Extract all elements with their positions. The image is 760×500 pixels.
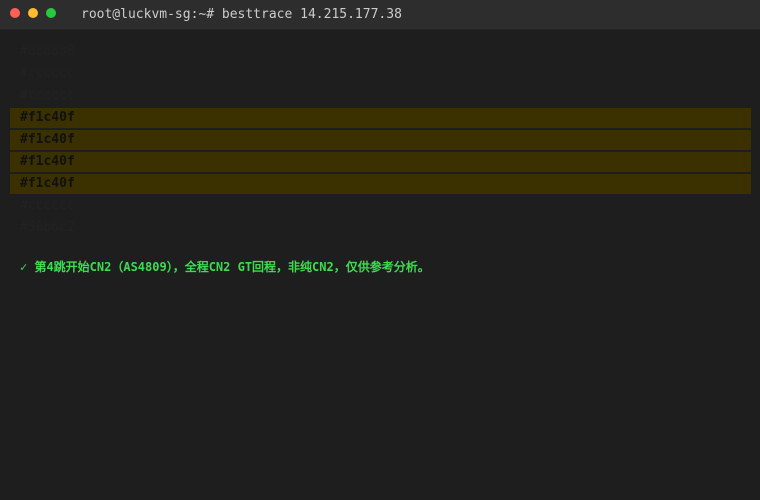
title-bar: root@luckvm-sg:~# besttrace 14.215.177.3… <box>0 0 760 30</box>
output-line-highlighted: #f1c40f <box>10 152 751 172</box>
output-line-highlighted: #f1c40f <box>10 108 751 128</box>
output-line: #cccccc <box>20 88 75 103</box>
output-line: #888888 <box>20 44 75 59</box>
output-line: #56b6c2 <box>20 220 75 235</box>
window-title: root@luckvm-sg:~# besttrace 14.215.177.3… <box>81 7 402 22</box>
maximize-button[interactable] <box>46 8 56 18</box>
output-line-highlighted: #f1c40f <box>10 174 751 194</box>
minimize-button[interactable] <box>28 8 38 18</box>
output-line: #cccccc <box>20 66 75 81</box>
output-line: #cccccc <box>20 198 75 213</box>
output-line-highlighted: #f1c40f <box>10 130 751 150</box>
close-button[interactable] <box>10 8 20 18</box>
summary-note: ✓ 第4跳开始CN2（AS4809），全程CN2 GT回程，非纯CN2，仅供参考… <box>20 260 430 274</box>
terminal-output[interactable]: #888888 #cccccc #cccccc #f1c40f #f1c40f … <box>0 42 760 240</box>
terminal-window: root@luckvm-sg:~# besttrace 14.215.177.3… <box>0 0 760 500</box>
